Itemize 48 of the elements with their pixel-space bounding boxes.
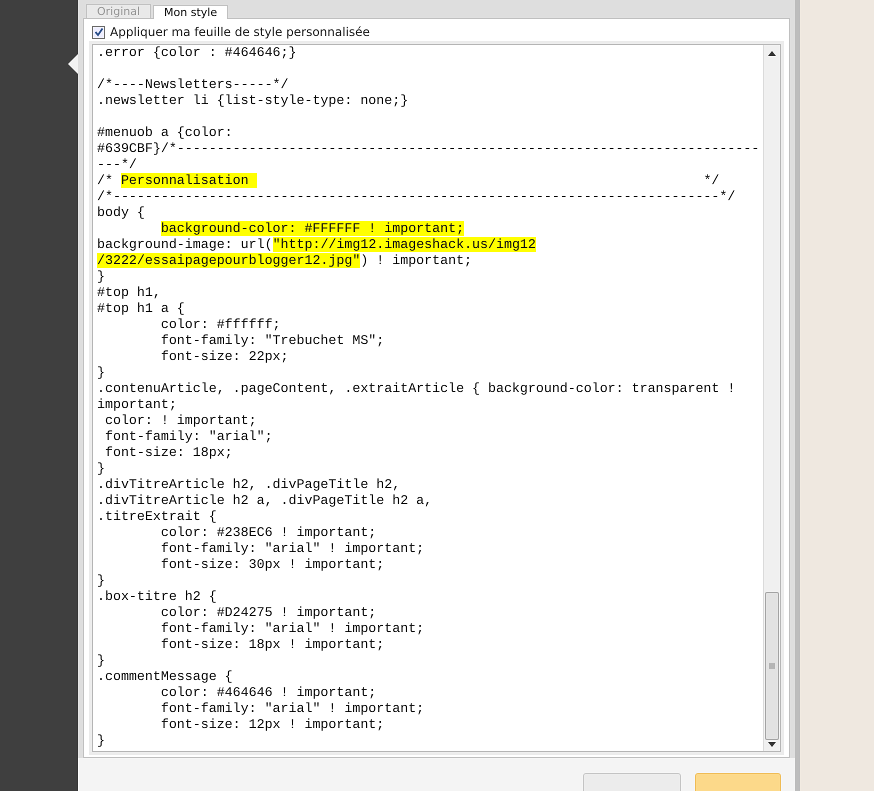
code-line: important; <box>97 397 178 413</box>
code-line: .newsletter li {list-style-type: none;} <box>97 93 410 109</box>
code-line: font-size: 22px; <box>160 349 290 365</box>
code-line: font-family: "arial" ! important; <box>160 701 426 717</box>
code-line: #639CBF}/*------------------------------------------------------------------------- <box>97 141 760 157</box>
code-line: font-family: "Trebuchet MS"; <box>160 333 386 349</box>
checkbox[interactable] <box>92 26 105 38</box>
code-line: color: #D24275 ! important; <box>160 605 378 621</box>
tab[interactable]: Mon style <box>153 5 228 19</box>
code-line: ---*/ <box>97 157 138 173</box>
scrollbar-thumb[interactable] <box>765 592 779 740</box>
code-line: .contenuArticle, .pageContent, .extraitArticle { background-color: transparent ! <box>97 381 736 397</box>
code-line: .box-titre h2 { <box>97 589 218 605</box>
code-line: color: #ffffff; <box>160 317 282 333</box>
code-line: .titreExtrait { <box>97 509 218 525</box>
code-line: color: #464646 ! important; <box>160 685 378 701</box>
code-line: /* Personnalisation */ <box>97 173 720 189</box>
code-line: background-image: url("http://img12.imageshack.us/img12 <box>97 237 537 253</box>
code-line: #menuob a {color: <box>97 124 234 141</box>
scroll-up-icon[interactable] <box>768 51 776 56</box>
code-line: .commentMessage { <box>97 669 234 685</box>
scroll-down-icon[interactable] <box>768 742 776 747</box>
code-line: } <box>97 733 106 749</box>
code-line: #top h1, <box>97 285 162 301</box>
code-line: } <box>97 365 106 381</box>
code-line: } <box>97 573 106 589</box>
code-line: font-size: 30px ! important; <box>160 557 386 573</box>
code-line: /*----Newsletters-----*/ <box>97 76 290 93</box>
code-line: body { <box>97 205 146 221</box>
code-line: } <box>97 461 106 477</box>
code-line: /*----------------------------------------------------------------------------*/ <box>97 189 736 205</box>
code-line: } <box>97 653 106 669</box>
code-line: font-size: 18px; <box>104 445 234 461</box>
scrollbar[interactable] <box>763 45 780 751</box>
code-line: .divTitreArticle h2, .divPageTitle h2, <box>97 477 402 493</box>
code-line: .error {color : #464646;} <box>97 45 298 61</box>
code-line: } <box>97 269 106 285</box>
code-line: font-size: 12px ! important; <box>160 717 386 733</box>
code-line: .divTitreArticle h2 a, .divPageTitle h2 a, <box>97 493 434 509</box>
code-line: font-size: 18px ! important; <box>160 637 386 653</box>
code-line: color: ! important; <box>104 413 258 429</box>
code-line: font-family: "arial" ! important; <box>160 621 426 637</box>
code-line: font-family: "arial"; <box>104 429 274 445</box>
code-line: color: #238EC6 ! important; <box>160 525 378 541</box>
checkbox-label: Appliquer ma feuille de style personnalisée <box>110 25 370 39</box>
code-line: #top h1 a { <box>97 301 186 317</box>
code-line: font-family: "arial" ! important; <box>160 541 426 557</box>
pointer-arrow-icon <box>68 54 78 74</box>
